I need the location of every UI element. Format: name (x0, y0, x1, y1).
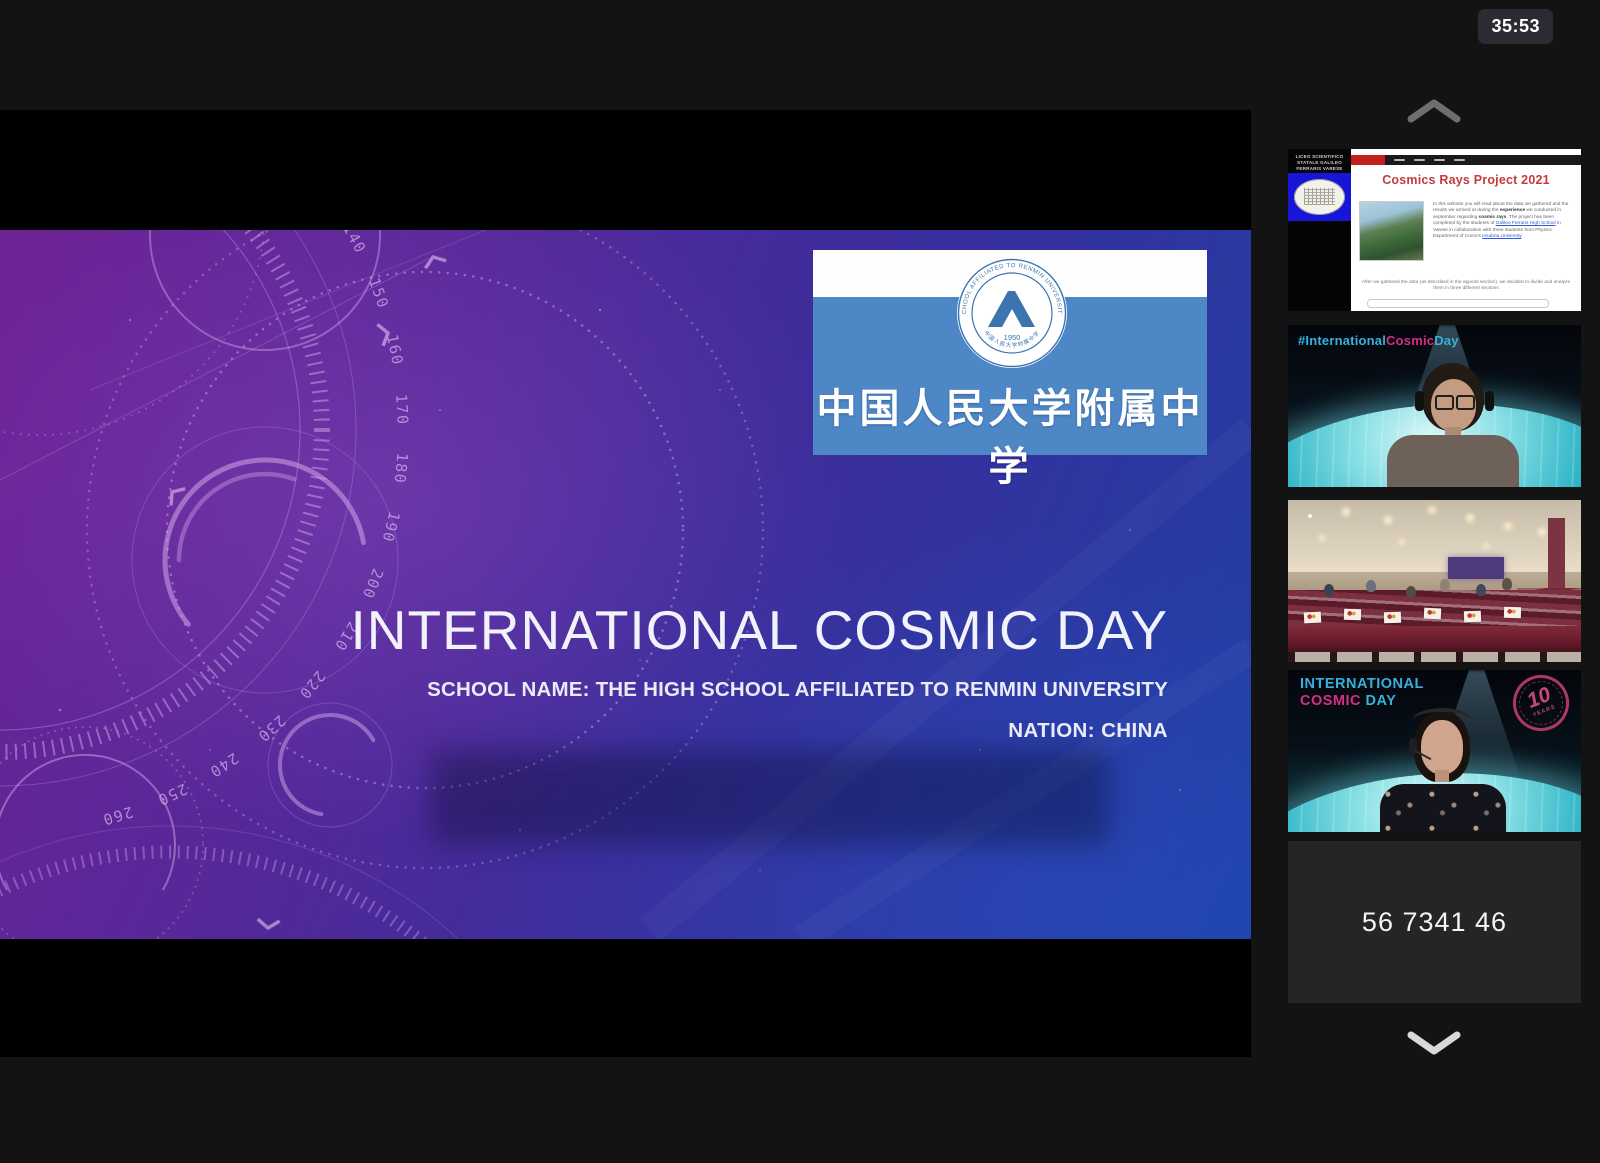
school-logo-card: THE HIGH SCHOOL AFFILIATED TO RENMIN UNI… (813, 250, 1207, 455)
hashtag-part: #International (1298, 333, 1386, 348)
webpage-navbar (1351, 155, 1581, 165)
svg-text:240: 240 (206, 749, 242, 782)
headset-icon (1412, 708, 1472, 734)
screen-share-area: 140 150 160 170 180 190 200 210 220 230 … (0, 110, 1251, 1057)
desk-sign (1424, 608, 1442, 620)
audience-member (1406, 586, 1416, 598)
desk-sign (1384, 612, 1401, 624)
svg-text:1950: 1950 (1004, 333, 1021, 342)
webpage-school-name: LICEO SCIENTIFICO STATALE GALILEO FERRAR… (1288, 154, 1351, 172)
school-link: Galileo Ferraris High School (1496, 221, 1556, 226)
video-thumbnail-speaker-1[interactable]: #InternationalCosmicDay (1288, 325, 1581, 487)
floor (1288, 652, 1581, 662)
svg-text:150: 150 (365, 275, 393, 311)
phone-number: 56 7341 46 (1362, 907, 1507, 938)
headphone-icon (1415, 391, 1424, 411)
hashtag-part: Cosmic (1386, 333, 1434, 348)
desk-sign (1464, 611, 1481, 623)
desk-sign (1304, 612, 1322, 624)
school-seal-icon: THE HIGH SCHOOL AFFILIATED TO RENMIN UNI… (955, 256, 1069, 370)
webpage-nav-item (1394, 159, 1405, 162)
video-thumbnail-webpage[interactable]: LICEO SCIENTIFICO STATALE GALILEO FERRAR… (1288, 149, 1581, 311)
school-emblem-icon (1294, 179, 1345, 215)
school-chinese-name: 中国人民大学附属中学 (813, 376, 1207, 492)
desk-sign (1344, 609, 1361, 621)
webpage-school-logo (1288, 173, 1351, 221)
svg-text:260: 260 (100, 803, 135, 829)
person-body (1387, 435, 1519, 487)
slide-shadow-band (430, 750, 1110, 845)
audience-member (1366, 580, 1376, 592)
icd-caption: INTERNATIONAL COSMIC DAY (1300, 676, 1424, 710)
slide-school-line: SCHOOL NAME: THE HIGH SCHOOL AFFILIATED … (427, 678, 1168, 702)
body-bold: cosmic rays (1479, 215, 1507, 220)
scroll-down-icon[interactable] (1406, 1030, 1462, 1056)
webpage-body-text: In this website you will read about the … (1433, 202, 1575, 240)
glasses-icon (1456, 395, 1475, 410)
svg-text:200: 200 (358, 566, 387, 602)
hashtag-caption: #InternationalCosmicDay (1298, 333, 1459, 348)
meeting-window: 35:53 (0, 0, 1600, 1163)
glasses-icon (1435, 395, 1454, 410)
svg-text:230: 230 (254, 711, 289, 746)
webpage-nav-item (1414, 159, 1425, 162)
webpage-search-bar (1367, 299, 1549, 308)
audience-member (1476, 584, 1486, 596)
svg-text:180: 180 (391, 452, 412, 485)
university-link: Insubria University (1482, 234, 1521, 239)
video-thumbnail-phone-participant[interactable]: 56 7341 46 (1288, 841, 1581, 1003)
presentation-slide: 140 150 160 170 180 190 200 210 220 230 … (0, 230, 1251, 939)
webpage-nav-item (1454, 159, 1465, 162)
svg-text:170: 170 (392, 393, 412, 425)
meeting-timer: 35:53 (1478, 9, 1553, 44)
webpage-footer-text: After we gathered the data (as described… (1361, 280, 1571, 292)
icd-caption-cosmic: COSMIC (1300, 693, 1361, 709)
audience-member (1440, 579, 1450, 591)
webpage-sidebar: LICEO SCIENTIFICO STATALE GALILEO FERRAR… (1288, 149, 1351, 311)
webpage-nav-active-item (1351, 155, 1385, 165)
svg-text:220: 220 (295, 667, 329, 703)
body-text: . (1521, 234, 1522, 239)
desk-sign (1504, 607, 1521, 619)
body-bold: experience (1500, 208, 1525, 213)
svg-text:250: 250 (154, 780, 190, 810)
auditorium-room (1288, 500, 1581, 662)
audience-member (1502, 578, 1512, 590)
webpage-nav-item (1434, 159, 1445, 162)
webpage-heading: Cosmics Rays Project 2021 (1351, 173, 1581, 187)
projection-screen (1448, 557, 1504, 579)
headphone-icon (1485, 391, 1494, 411)
front-desk (1288, 626, 1581, 652)
svg-text:160: 160 (383, 333, 407, 368)
audience-member (1324, 584, 1334, 596)
svg-text:190: 190 (378, 510, 403, 545)
ceiling-lights (1308, 514, 1312, 518)
landscape-photo (1359, 201, 1424, 261)
icd-caption-line1: INTERNATIONAL (1300, 676, 1424, 692)
person-body (1380, 784, 1506, 832)
scroll-up-icon[interactable] (1406, 98, 1462, 124)
slide-title: INTERNATIONAL COSMIC DAY (351, 598, 1169, 662)
svg-text:140: 140 (339, 230, 370, 257)
webpage-content: Cosmics Rays Project 2021 In this websit… (1351, 149, 1581, 311)
hashtag-part: Day (1434, 333, 1458, 348)
video-thumbnail-auditorium[interactable] (1288, 500, 1581, 662)
icd-caption-day: DAY (1361, 693, 1396, 709)
person-neck (1435, 770, 1449, 782)
dial-numbers: 140 150 160 170 180 190 200 210 220 230 … (100, 230, 412, 829)
slide-nation-line: NATION: CHINA (1008, 719, 1168, 743)
video-thumbnail-speaker-2[interactable]: INTERNATIONAL COSMIC DAY 10 YEARS (1288, 670, 1581, 832)
